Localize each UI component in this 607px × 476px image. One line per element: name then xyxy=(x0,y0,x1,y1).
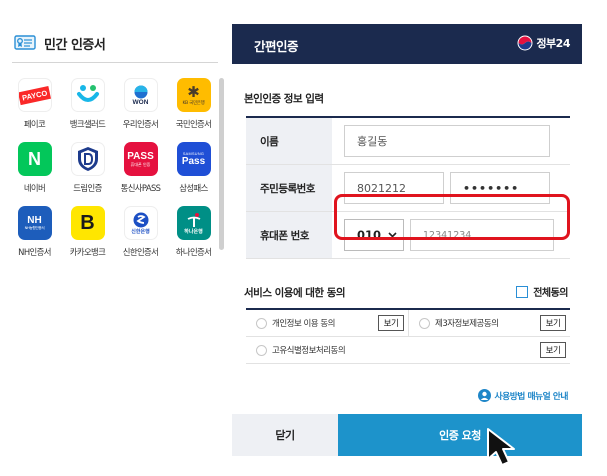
shield-icon xyxy=(77,147,98,171)
gov24-logo: 정부24 xyxy=(517,35,570,51)
phone-label: 휴대폰 번호 xyxy=(246,212,332,258)
cert-app-label: 뱅크샐러드 xyxy=(69,119,106,129)
name-input[interactable]: 홍길동 xyxy=(344,125,550,157)
pass-icon: PASS 휴대폰 인증 xyxy=(123,142,158,176)
hana-bank-icon: 하나은행 xyxy=(176,206,211,240)
woori-logo-mark xyxy=(134,85,147,98)
cert-app-label: 드림인증 xyxy=(73,183,102,193)
pass-logo-text: PASS xyxy=(127,150,154,162)
kakaobank-icon: B xyxy=(70,206,105,240)
rrn-label: 주민등록번호 xyxy=(246,165,332,211)
name-label: 이름 xyxy=(246,118,332,164)
nh-logo-subtext: NH농협인증서 xyxy=(24,226,45,230)
cert-app-samsung-pass[interactable]: SAMSUNG Pass 삼성패스 xyxy=(167,142,220,194)
banksalad-logo xyxy=(76,85,99,102)
agreement-list: 개인정보 이용 동의 보기 제3자정보제공동의 보기 고유식별정보처리동의 보기 xyxy=(246,308,570,364)
cert-app-grid: PAYCO 페이코 뱅크샐러드 WON 우리인증서 ✱ KB 국민은행 국민인증… xyxy=(8,78,220,258)
cert-app-label: 국민인증서 xyxy=(175,119,212,129)
gov24-label: 정부24 xyxy=(536,37,570,50)
view-button[interactable]: 보기 xyxy=(540,315,566,331)
cert-app-kakaobank[interactable]: B 카카오뱅크 xyxy=(61,206,114,258)
agreement-label: 제3자정보제공동의 xyxy=(435,319,499,329)
samsung-pass-icon: SAMSUNG Pass xyxy=(176,142,211,176)
cert-app-label: 우리인증서 xyxy=(122,119,159,129)
pass-logo-subtext: 휴대폰 인증 xyxy=(130,161,151,167)
agree-all-checkbox[interactable]: 전체동의 xyxy=(516,284,568,299)
agree-all-label: 전체동의 xyxy=(533,288,568,299)
radio-button[interactable] xyxy=(256,317,267,329)
cert-app-nh[interactable]: NH NH농협인증서 NH인증서 xyxy=(8,206,61,258)
cert-app-pass[interactable]: PASS 휴대폰 인증 통신사PASS xyxy=(114,142,167,194)
cert-app-hana[interactable]: 하나은행 하나인증서 xyxy=(167,206,220,258)
private-cert-header: 민간 인증서 xyxy=(14,34,106,53)
phone-highlight-box xyxy=(334,194,570,240)
cert-app-kb[interactable]: ✱ KB 국민은행 국민인증서 xyxy=(167,78,220,130)
nh-logo-text: NH xyxy=(27,215,42,226)
agree-section-title: 서비스 이용에 대한 동의 xyxy=(244,287,346,299)
scrollbar[interactable] xyxy=(219,78,224,250)
agreement-privacy: 개인정보 이용 동의 보기 xyxy=(246,310,408,336)
private-cert-title: 민간 인증서 xyxy=(44,38,106,53)
shinhan-logo-text: 신한은행 xyxy=(131,228,150,235)
view-button[interactable]: 보기 xyxy=(378,315,404,331)
agreement-row: 고유식별정보처리동의 보기 xyxy=(246,337,570,364)
kb-star-mark: ✱ xyxy=(187,83,200,101)
cert-app-label: 신한인증서 xyxy=(122,247,159,257)
view-button[interactable]: 보기 xyxy=(540,342,566,358)
dream-cert-icon xyxy=(70,142,105,176)
manual-link-label: 사용방법 매뉴얼 안내 xyxy=(494,392,569,402)
cert-app-woori[interactable]: WON 우리인증서 xyxy=(114,78,167,130)
cert-app-label: NH인증서 xyxy=(18,247,51,257)
woori-bank-icon: WON xyxy=(123,78,158,112)
hana-logo-text: 하나은행 xyxy=(184,228,203,235)
checkbox-icon xyxy=(516,285,529,298)
identity-section-title: 본인인증 정보 입력 xyxy=(244,93,324,105)
cert-app-label: 네이버 xyxy=(23,183,46,193)
cert-app-label: 페이코 xyxy=(23,119,46,129)
radio-button[interactable] xyxy=(256,344,267,356)
header-bar: 간편인증 정부24 xyxy=(232,24,582,64)
cert-app-label: 카카오뱅크 xyxy=(69,247,106,257)
cert-app-payco[interactable]: PAYCO 페이코 xyxy=(8,78,61,130)
cert-app-dream[interactable]: 드림인증 xyxy=(61,142,114,194)
agreement-third-party: 제3자정보제공동의 보기 xyxy=(408,310,570,336)
page-title: 간편인증 xyxy=(254,39,299,54)
gov24-logo-icon xyxy=(517,35,533,51)
shinhan-logo-mark xyxy=(133,212,148,227)
user-icon xyxy=(477,389,491,402)
cert-app-label: 삼성패스 xyxy=(179,183,208,193)
manual-link[interactable]: 사용방법 매뉴얼 안내 xyxy=(477,389,569,402)
hana-logo-mark xyxy=(187,212,200,227)
divider xyxy=(12,62,218,63)
cert-app-label: 하나인증서 xyxy=(175,247,212,257)
kakaobank-logo-text: B xyxy=(80,211,95,234)
cert-app-label: 통신사PASS xyxy=(120,183,161,193)
naver-icon: N xyxy=(17,142,52,176)
cert-app-shinhan[interactable]: 신한은행 신한인증서 xyxy=(114,206,167,258)
kb-bank-icon: ✱ KB 국민은행 xyxy=(176,78,211,112)
agreement-label: 고유식별정보처리동의 xyxy=(272,346,346,356)
name-row: 이름 홍길동 xyxy=(246,118,570,165)
nh-bank-icon: NH NH농협인증서 xyxy=(17,206,52,240)
request-auth-button[interactable]: 인증 요청 xyxy=(338,414,582,456)
payco-icon: PAYCO xyxy=(17,78,52,112)
payco-logo-text: PAYCO xyxy=(18,85,51,105)
banksalad-icon xyxy=(70,78,105,112)
close-button[interactable]: 닫기 xyxy=(232,414,338,456)
samsung-logo-text: Pass xyxy=(181,155,206,167)
kb-logo-text: KB 국민은행 xyxy=(182,101,205,106)
private-cert-panel: 민간 인증서 PAYCO 페이코 뱅크샐러드 WON 우리인증서 ✱ KB 국민… xyxy=(0,0,232,476)
agreement-row: 개인정보 이용 동의 보기 제3자정보제공동의 보기 xyxy=(246,310,570,337)
cert-app-naver[interactable]: N 네이버 xyxy=(8,142,61,194)
agreement-label: 개인정보 이용 동의 xyxy=(272,319,335,329)
agreement-unique-id: 고유식별정보처리동의 보기 xyxy=(246,337,570,363)
shinhan-bank-icon: 신한은행 xyxy=(123,206,158,240)
name-value-cell: 홍길동 xyxy=(332,118,570,164)
naver-logo-text: N xyxy=(28,148,41,169)
mouse-pointer-icon xyxy=(487,428,515,466)
cert-app-banksalad[interactable]: 뱅크샐러드 xyxy=(61,78,114,130)
woori-logo-text: WON xyxy=(132,98,149,106)
certificate-icon xyxy=(14,34,36,50)
radio-button[interactable] xyxy=(419,317,430,329)
